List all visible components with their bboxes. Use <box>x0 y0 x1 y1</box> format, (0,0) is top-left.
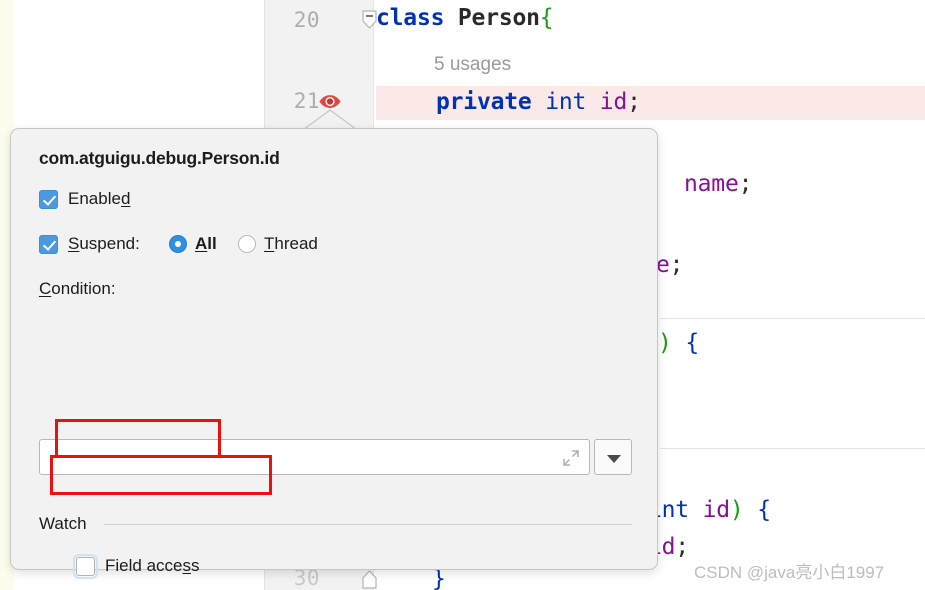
suspend-checkbox-row[interactable]: Suspend: <box>39 234 140 254</box>
suspend-checkbox[interactable] <box>39 234 58 254</box>
code-fragment-name: name; <box>684 171 753 197</box>
line-number-20: 20 <box>293 8 320 32</box>
usages-hint[interactable]: 5 usages <box>434 54 511 76</box>
editor-separator-1 <box>660 318 925 319</box>
code-line-20: class Person{ <box>376 5 554 31</box>
class-name-person: Person <box>457 5 540 31</box>
popup-title: com.atguigu.debug.Person.id <box>39 148 280 168</box>
csdn-watermark: CSDN @java亮小白1997 <box>694 563 885 582</box>
keyword-class: class <box>376 5 445 31</box>
code-line-21: private int id; <box>436 89 641 115</box>
suspend-thread-radio-row[interactable]: Thread <box>238 234 318 254</box>
suspend-thread-label: Thread <box>264 234 318 253</box>
watch-group-separator <box>104 524 632 525</box>
suspend-all-label: All <box>195 234 217 253</box>
expand-editor-icon[interactable] <box>562 449 580 467</box>
code-fragment-int-id-param: int id) { <box>648 497 771 523</box>
keyword-int: int <box>545 89 587 115</box>
enabled-checkbox-row[interactable]: Enabled <box>39 189 130 209</box>
field-id: id <box>599 89 628 115</box>
code-fold-marker-bottom-icon[interactable] <box>362 570 377 589</box>
suspend-label: Suspend: <box>68 234 140 253</box>
watch-group-label: Watch <box>39 514 87 533</box>
field-access-checkbox-row[interactable]: Field access <box>73 553 200 579</box>
field-access-label: Field access <box>105 556 200 575</box>
suspend-all-radio[interactable] <box>169 235 187 253</box>
code-fold-minus-icon[interactable] <box>362 10 377 29</box>
enabled-checkbox[interactable] <box>39 189 58 209</box>
breakpoint-properties-popup: com.atguigu.debug.Person.id Enabled Susp… <box>10 128 658 579</box>
ide-screenshot: 20 21 30 class Person{ 5 usages private … <box>0 0 925 590</box>
semicolon: ; <box>627 89 641 115</box>
code-fragment-e: e; <box>656 252 684 278</box>
condition-input[interactable] <box>39 439 590 475</box>
condition-dropdown-button[interactable] <box>594 439 632 475</box>
keyword-private: private <box>436 89 532 115</box>
editor-separator-2 <box>660 448 925 449</box>
code-fragment-paren-brace: ) { <box>658 330 699 356</box>
field-access-checkbox[interactable] <box>73 553 98 579</box>
enabled-label: Enabled <box>68 189 131 208</box>
suspend-all-radio-row[interactable]: All <box>169 234 217 254</box>
suspend-thread-radio[interactable] <box>238 235 256 253</box>
condition-label: Condition: <box>39 279 116 298</box>
open-brace: { <box>539 5 554 31</box>
chevron-down-icon <box>607 455 621 463</box>
